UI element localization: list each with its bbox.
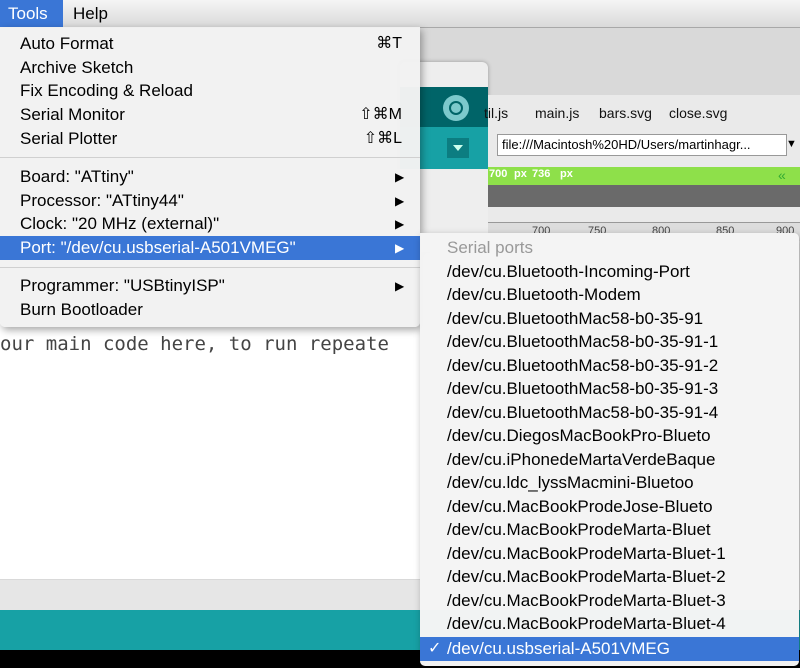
port-item[interactable]: /dev/cu.MacBookProdeMarta-Bluet-3 bbox=[447, 589, 726, 613]
url-field[interactable]: file:///Macintosh%20HD/Users/martinhagr.… bbox=[497, 134, 787, 156]
shortcut-label: ⌘T bbox=[376, 35, 402, 52]
menu-item-serial-plotter[interactable]: Serial Plotter bbox=[20, 127, 117, 151]
port-item-selected[interactable]: /dev/cu.usbserial-A501VMEG bbox=[447, 637, 670, 661]
double-chevron-icon[interactable]: « bbox=[778, 167, 786, 183]
menu-item-port[interactable]: Port: "/dev/cu.usbserial-A501VMEG" bbox=[20, 236, 296, 260]
port-item[interactable]: /dev/cu.Bluetooth-Incoming-Port bbox=[447, 260, 690, 284]
shortcut-label: ⇧⌘M bbox=[359, 106, 402, 123]
submenu-arrow-icon: ▶ bbox=[395, 170, 405, 184]
submenu-arrow-icon: ▶ bbox=[395, 217, 405, 231]
file-tabs: til.js main.js bars.svg close.svg bbox=[484, 100, 800, 128]
port-item[interactable]: /dev/cu.BluetoothMac58-b0-35-91-2 bbox=[447, 354, 718, 378]
menu-item-burn-bootloader[interactable]: Burn Bootloader bbox=[20, 298, 143, 322]
submenu-arrow-icon: ▶ bbox=[395, 279, 405, 293]
file-tab[interactable]: til.js bbox=[484, 105, 508, 121]
port-item[interactable]: /dev/cu.MacBookProdeMarta-Bluet-2 bbox=[447, 565, 726, 589]
port-item[interactable]: /dev/cu.ldc_lyssMacmini-Bluetoo bbox=[447, 471, 694, 495]
menu-item-programmer[interactable]: Programmer: "USBtinyISP" bbox=[20, 274, 225, 298]
ruler-bar: 700 px 736 px « bbox=[488, 167, 800, 185]
submenu-arrow-icon: ▶ bbox=[395, 241, 405, 255]
file-tab[interactable]: main.js bbox=[535, 105, 579, 121]
ruler-value: 736 bbox=[532, 168, 551, 180]
menu-item-auto-format[interactable]: Auto Format bbox=[20, 32, 114, 56]
file-tab[interactable]: bars.svg bbox=[599, 105, 652, 121]
checkmark-icon: ✓ bbox=[428, 640, 442, 657]
ruler-shade bbox=[488, 185, 800, 207]
submenu-arrow-icon: ▶ bbox=[395, 194, 405, 208]
ruler-prefix: 700 bbox=[489, 168, 508, 180]
menu-separator bbox=[0, 157, 420, 158]
ruler-unit: px bbox=[560, 168, 573, 180]
code-line: our main code here, to run repeate bbox=[0, 333, 389, 355]
ruler-unit: px bbox=[514, 168, 527, 180]
port-item[interactable]: /dev/cu.MacBookProdeMarta-Bluet-4 bbox=[447, 612, 726, 636]
port-submenu: Serial ports /dev/cu.Bluetooth-Incoming-… bbox=[420, 233, 799, 666]
port-item[interactable]: /dev/cu.BluetoothMac58-b0-35-91-1 bbox=[447, 330, 718, 354]
shortcut-label: ⇧⌘L bbox=[363, 130, 402, 147]
menu-tools[interactable]: Tools bbox=[0, 0, 63, 27]
menu-separator bbox=[0, 267, 420, 268]
port-item[interactable]: /dev/cu.iPhonedeMartaVerdeBaque bbox=[447, 448, 715, 472]
port-item[interactable]: /dev/cu.BluetoothMac58-b0-35-91-4 bbox=[447, 401, 718, 425]
serial-monitor-icon[interactable] bbox=[443, 95, 469, 121]
menu-item-processor[interactable]: Processor: "ATtiny44" bbox=[20, 189, 184, 213]
editor-scrollbar[interactable] bbox=[0, 580, 420, 610]
port-item[interactable]: /dev/cu.BluetoothMac58-b0-35-91-3 bbox=[447, 377, 718, 401]
chevron-down-icon[interactable]: ▼ bbox=[786, 134, 800, 154]
tab-dropdown-icon[interactable] bbox=[447, 138, 469, 158]
port-item[interactable]: /dev/cu.MacBookProdeMarta-Bluet-1 bbox=[447, 542, 726, 566]
port-item[interactable]: /dev/cu.BluetoothMac58-b0-35-91 bbox=[447, 307, 703, 331]
port-item[interactable]: /dev/cu.DiegosMacBookPro-Blueto bbox=[447, 424, 711, 448]
menu-item-board[interactable]: Board: "ATtiny" bbox=[20, 165, 134, 189]
port-item[interactable]: /dev/cu.MacBookProdeJose-Blueto bbox=[447, 495, 713, 519]
file-tab[interactable]: close.svg bbox=[669, 105, 727, 121]
port-item[interactable]: /dev/cu.MacBookProdeMarta-Bluet bbox=[447, 518, 711, 542]
menu-item-serial-monitor[interactable]: Serial Monitor bbox=[20, 103, 125, 127]
menu-item-clock[interactable]: Clock: "20 MHz (external)" bbox=[20, 212, 219, 236]
menu-bar: Tools Help bbox=[0, 0, 800, 28]
menu-item-fix-encoding[interactable]: Fix Encoding & Reload bbox=[20, 79, 193, 103]
menu-help[interactable]: Help bbox=[65, 0, 116, 27]
menu-item-archive-sketch[interactable]: Archive Sketch bbox=[20, 56, 133, 80]
tools-menu: Auto Format ⌘T Archive Sketch Fix Encodi… bbox=[0, 27, 420, 327]
port-section-header: Serial ports bbox=[447, 238, 533, 257]
port-item[interactable]: /dev/cu.Bluetooth-Modem bbox=[447, 283, 641, 307]
